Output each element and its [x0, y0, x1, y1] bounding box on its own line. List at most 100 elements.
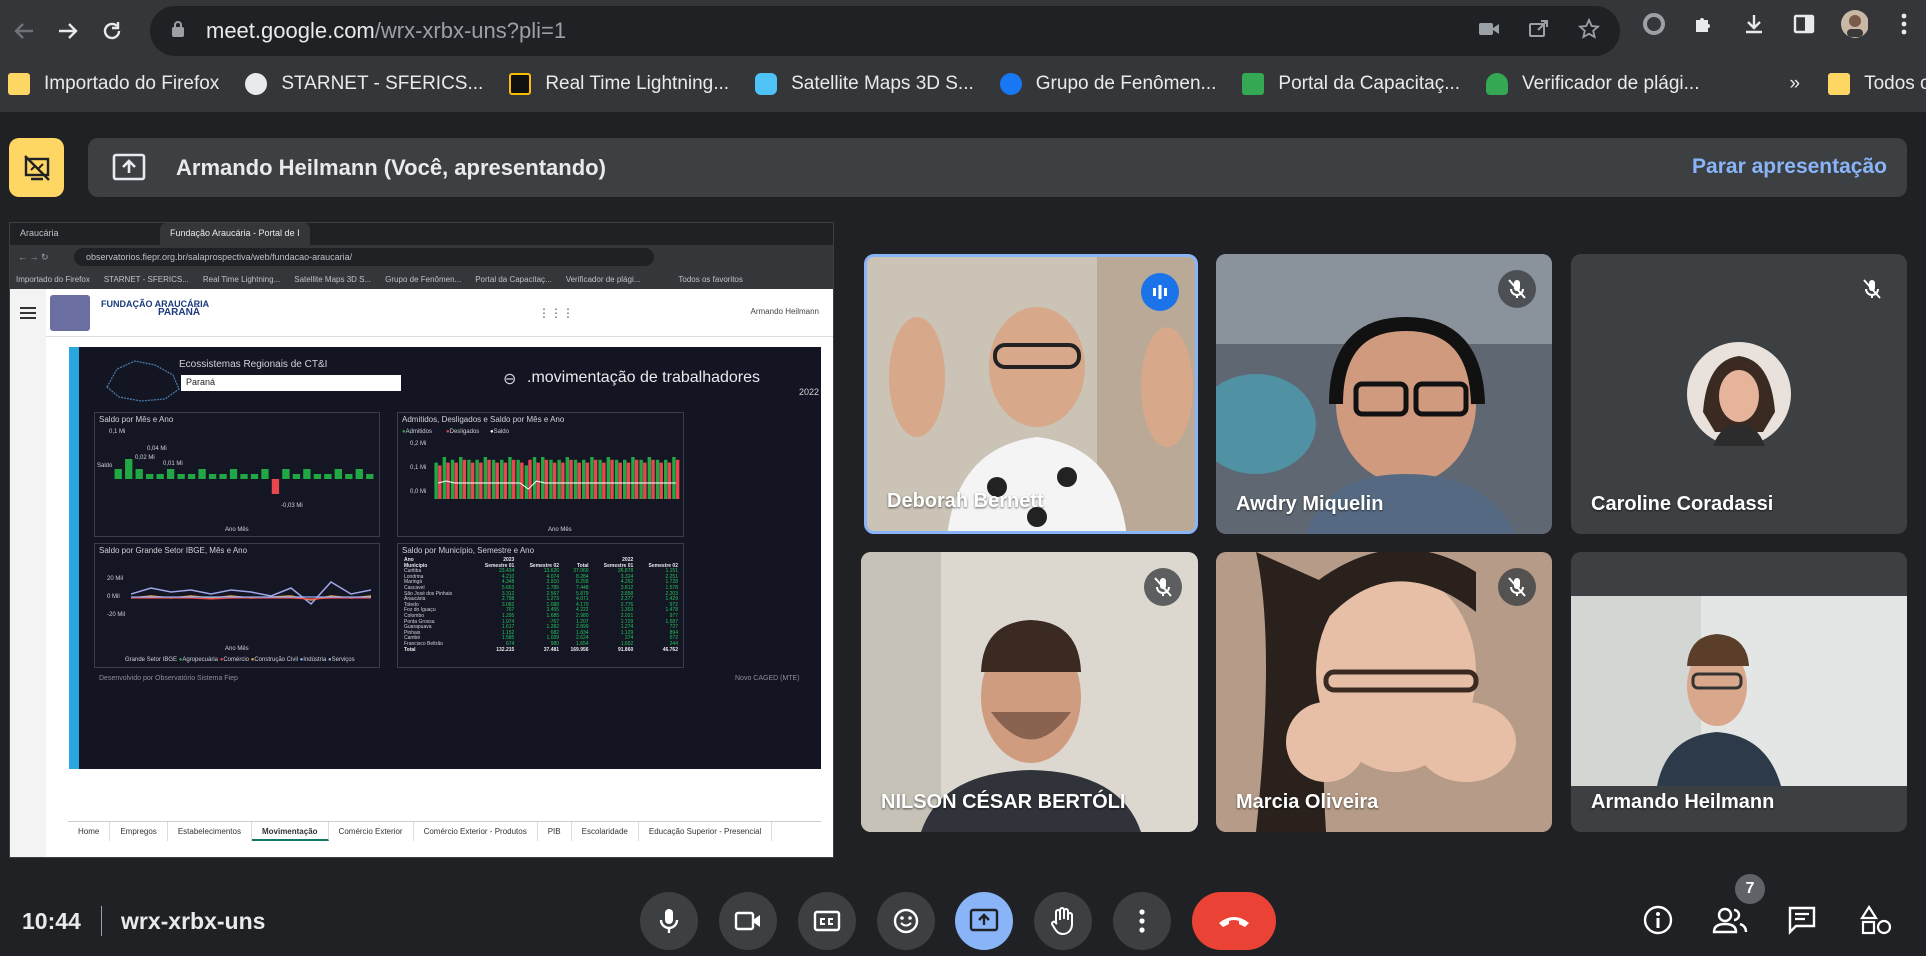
participant-tile[interactable]: NILSON CÉSAR BERTÓLI	[861, 552, 1198, 832]
bookmarks-bar: Importado do Firefox STARNET - SFERICS..…	[0, 62, 1926, 106]
shared-bookmarks-bar: Importado do Firefox STARNET - SFERICS..…	[10, 269, 833, 289]
address-bar[interactable]: meet.google.com/wrx-xrbx-uns?pli=1	[150, 6, 1620, 56]
panel1-title: Saldo por Mês e Ano	[99, 415, 174, 424]
saldo-bar	[125, 459, 133, 479]
all-bookmarks-button[interactable]: Todos os favoritos	[1828, 73, 1926, 95]
mic-off-icon	[1853, 270, 1891, 308]
shared-tab-active: Fundação Araucária - Portal de I	[160, 223, 310, 245]
side-panel-icon[interactable]	[1790, 10, 1818, 38]
extension-circle-icon[interactable]	[1640, 10, 1668, 38]
observatory-logo	[50, 295, 90, 331]
bookmark-item[interactable]: Portal da Capacitaç...	[1242, 73, 1460, 95]
activities-button[interactable]	[1856, 900, 1896, 940]
mic-off-icon	[1144, 568, 1182, 606]
download-icon[interactable]	[1740, 10, 1768, 38]
more-options-button[interactable]	[1113, 892, 1171, 950]
bookmark-item[interactable]: Grupo de Fenômen...	[999, 73, 1217, 95]
stop-presenting-button[interactable]: Parar apresentação	[1692, 155, 1887, 179]
admitidos-bar	[524, 465, 529, 499]
dashboard-title: .movimentação de trabalhadores	[527, 369, 761, 386]
meeting-details-button[interactable]	[1638, 900, 1678, 940]
mic-off-icon	[1498, 270, 1536, 308]
admitidos-bar	[475, 459, 479, 499]
participant-tile[interactable]: Caroline Coradassi	[1571, 254, 1907, 534]
admitidos-bar-chart	[434, 457, 680, 499]
profile-avatar[interactable]	[1840, 10, 1868, 38]
lightning-icon	[509, 73, 532, 95]
shared-user: Armando Heilmann	[750, 307, 819, 316]
bookmark-item[interactable]: Real Time Lightning...	[509, 73, 729, 95]
saldo-bar	[345, 474, 353, 479]
bookmark-item[interactable]: Importado do Firefox	[8, 73, 219, 95]
panel3-tick-low: -20 Mil	[107, 612, 126, 618]
desligados-bar	[569, 459, 573, 499]
table-cell: 91.860	[617, 646, 634, 653]
desligados-bar	[495, 462, 499, 499]
raise-hand-button[interactable]	[1034, 892, 1092, 950]
table-cell: Total	[404, 646, 416, 653]
bookmark-item[interactable]: STARNET - SFERICS...	[245, 73, 483, 95]
admitidos-bar	[541, 457, 545, 499]
panel2-legend-saldo: ●Saldo	[490, 429, 509, 435]
table-row: Total 132.215 37.481 169.956 91.860 46.762	[402, 646, 680, 654]
bookmarks-overflow-button[interactable]: »	[1790, 73, 1801, 95]
dashboard-tab: Home	[68, 822, 111, 841]
shared-page: FUNDAÇÃO ARAUCÁRIA PARANÁ ⋮⋮⋮ Armando He…	[10, 289, 833, 857]
forward-icon[interactable]	[46, 9, 90, 53]
admitidos-bar	[508, 457, 512, 499]
table-cell: 37.481	[543, 646, 560, 653]
admitidos-bar	[467, 459, 471, 499]
camera-icon	[734, 911, 760, 931]
leave-call-button[interactable]	[1192, 892, 1276, 950]
panel3-tick-top: 20 Mil	[107, 576, 124, 582]
present-button[interactable]	[955, 892, 1013, 950]
dashboard-tab: Educação Superior - Presencial	[639, 822, 773, 841]
admitidos-bar	[647, 457, 652, 499]
participant-tile[interactable]: Armando Heilmann	[1571, 552, 1907, 832]
admitidos-bar	[500, 459, 504, 499]
shared-url: observatorios.fiepr.org.br/salaprospecti…	[74, 248, 654, 266]
desligados-bar	[675, 459, 680, 499]
admitidos-bar	[532, 457, 537, 499]
camera-button[interactable]	[719, 892, 777, 950]
divider	[101, 906, 102, 936]
participant-name: Armando Heilmann	[1591, 791, 1775, 813]
microphone-button[interactable]	[640, 892, 698, 950]
participant-name: Marcia Oliveira	[1236, 791, 1379, 813]
participant-tile[interactable]: Awdry Miquelin	[1216, 254, 1552, 534]
people-button[interactable]	[1710, 900, 1750, 940]
bookmark-item[interactable]: Verificador de plági...	[1486, 73, 1700, 95]
bookmark-star-icon[interactable]	[1577, 17, 1601, 46]
panel3-title: Saldo por Grande Setor IBGE, Mês e Ano	[99, 546, 248, 555]
participant-tile[interactable]: Deborah Bernett	[864, 254, 1198, 534]
municipio-table: Ano 2023 2022 Município Semestre 01 Semestre …	[402, 557, 680, 654]
participant-tile[interactable]: Marcia Oliveira	[1216, 552, 1552, 832]
extensions-puzzle-icon[interactable]	[1690, 10, 1718, 38]
desligados-bar	[544, 459, 549, 499]
captions-button[interactable]	[798, 892, 856, 950]
admitidos-bar	[606, 457, 611, 499]
admitidos-bar	[549, 459, 553, 499]
panel1-peak-label: 0,04 Mi	[147, 446, 167, 452]
saldo-bar	[271, 479, 280, 494]
desligados-bar	[651, 459, 655, 499]
reactions-button[interactable]	[877, 892, 935, 950]
browser-menu-icon[interactable]	[1890, 10, 1918, 38]
saldo-bar	[334, 469, 342, 479]
presentation-toggle-button[interactable]	[9, 138, 64, 197]
share-icon[interactable]	[1528, 18, 1550, 46]
desligados-bar	[561, 462, 565, 499]
bookmark-item[interactable]: Satellite Maps 3D S...	[755, 73, 974, 95]
participant-name: Caroline Coradassi	[1591, 493, 1774, 515]
browser-extensions	[1640, 10, 1918, 38]
dashboard: Ecossistemas Regionais de CT&I Paraná ⊖ …	[69, 347, 821, 769]
camera-in-use-icon[interactable]	[1478, 18, 1500, 46]
saldo-bar	[313, 474, 322, 479]
reload-icon[interactable]	[90, 9, 134, 53]
mic-off-icon	[1498, 568, 1536, 606]
desligados-bar	[643, 462, 647, 499]
bookmark-label: Grupo de Fenômen...	[1035, 73, 1217, 94]
desligados-bar	[585, 462, 590, 499]
chat-button[interactable]	[1782, 900, 1822, 940]
back-icon[interactable]	[2, 9, 46, 53]
